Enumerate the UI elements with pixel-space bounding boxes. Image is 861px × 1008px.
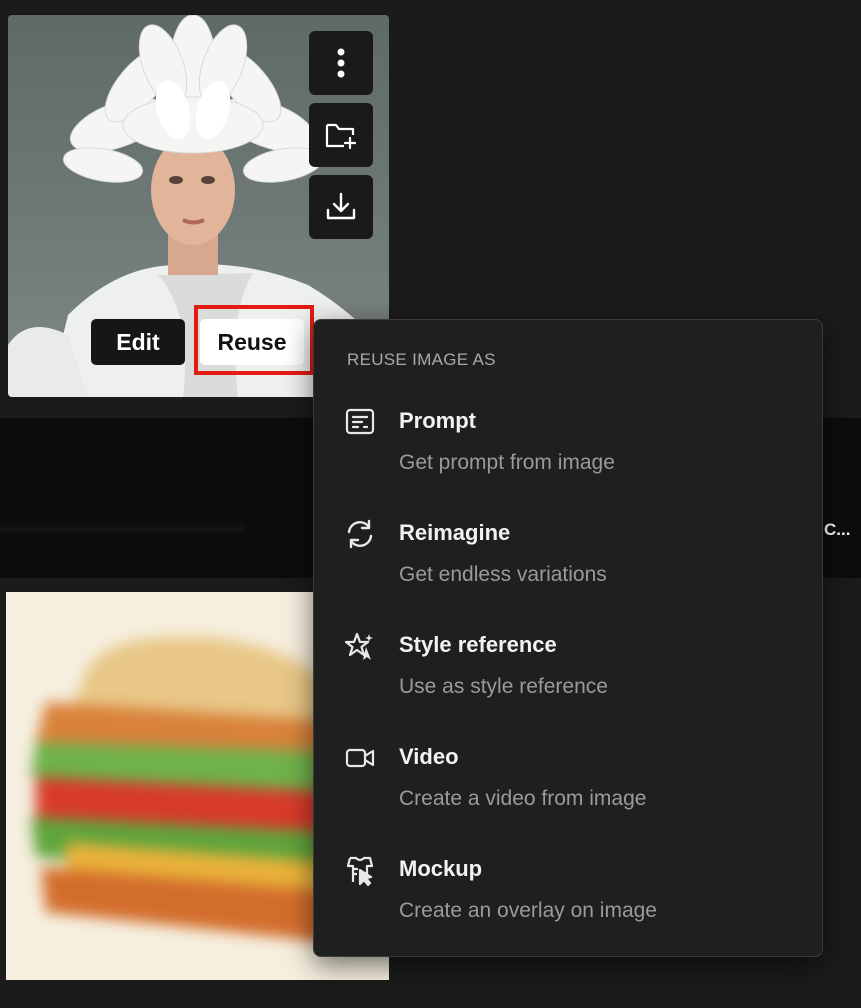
truncated-label: C... [824, 520, 851, 539]
download-button[interactable] [309, 175, 373, 239]
menu-item-title: Mockup [399, 856, 483, 881]
sparkle-star-icon [344, 632, 373, 660]
menu-item-reimagine[interactable]: Reimagine Get endless variations [314, 519, 822, 620]
more-vertical-icon [337, 48, 345, 78]
menu-item-video[interactable]: Video Create a video from image [314, 744, 822, 844]
folder-plus-icon [325, 123, 357, 150]
blurred-prompt-text: ········································… [0, 520, 245, 537]
menu-item-mockup[interactable]: Mockup Create an overlay on image [314, 856, 822, 956]
menu-item-subtitle: Create an overlay on image [399, 899, 657, 922]
menu-item-subtitle: Create a video from image [399, 787, 647, 810]
mockup-icon [346, 856, 374, 886]
menu-item-subtitle: Get prompt from image [399, 451, 615, 474]
add-to-folder-button[interactable] [309, 103, 373, 167]
video-camera-icon [345, 748, 375, 768]
reuse-image-menu: REUSE IMAGE AS Prompt Get prompt from im… [313, 319, 823, 957]
menu-item-title: Prompt [399, 408, 476, 433]
more-options-button[interactable] [309, 31, 373, 95]
menu-item-title: Reimagine [399, 520, 511, 545]
reuse-highlight-box [194, 305, 314, 375]
download-icon [326, 192, 356, 220]
menu-item-title: Style reference [399, 632, 557, 657]
prompt-icon [345, 408, 375, 435]
menu-item-prompt[interactable]: Prompt Get prompt from image [314, 408, 822, 508]
menu-item-subtitle: Get endless variations [399, 563, 607, 586]
menu-item-style-reference[interactable]: Style reference Use as style reference [314, 632, 822, 732]
refresh-icon [347, 519, 373, 549]
edit-button[interactable]: Edit [91, 319, 185, 365]
menu-item-subtitle: Use as style reference [399, 675, 608, 698]
menu-item-title: Video [399, 744, 459, 769]
menu-heading: REUSE IMAGE AS [347, 350, 496, 369]
